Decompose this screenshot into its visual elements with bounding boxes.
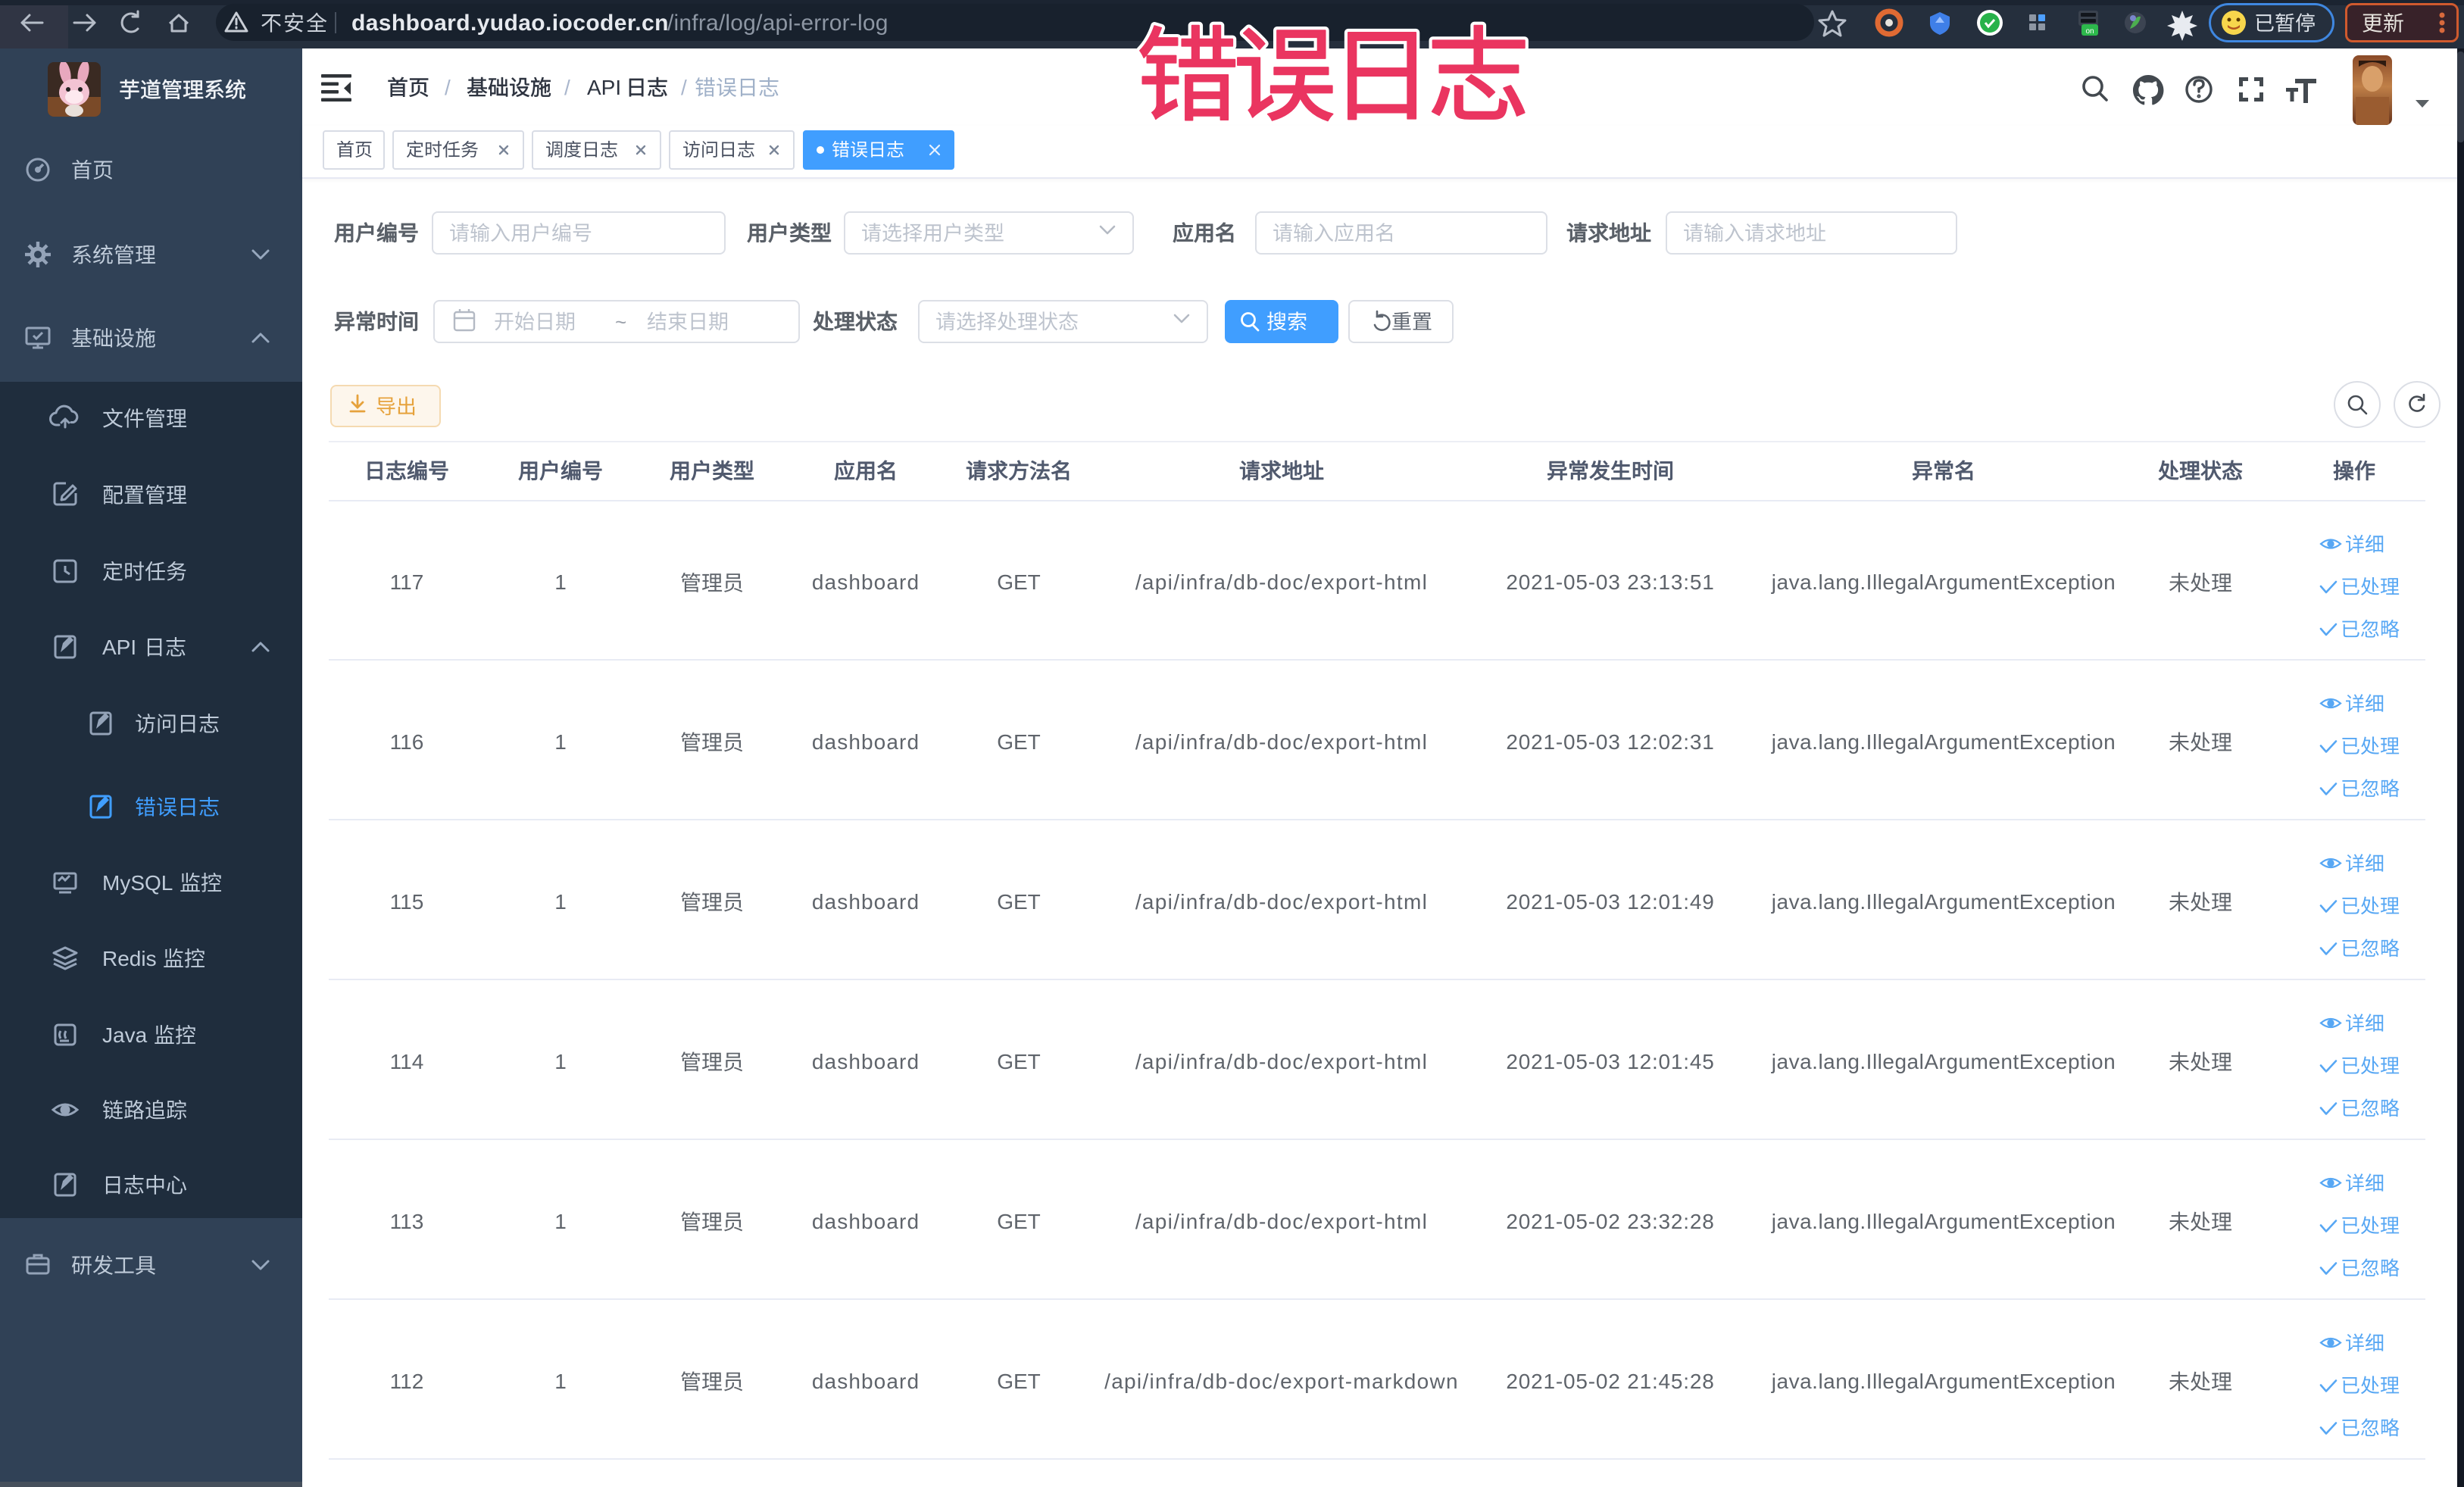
svg-text:on: on (2085, 27, 2094, 36)
